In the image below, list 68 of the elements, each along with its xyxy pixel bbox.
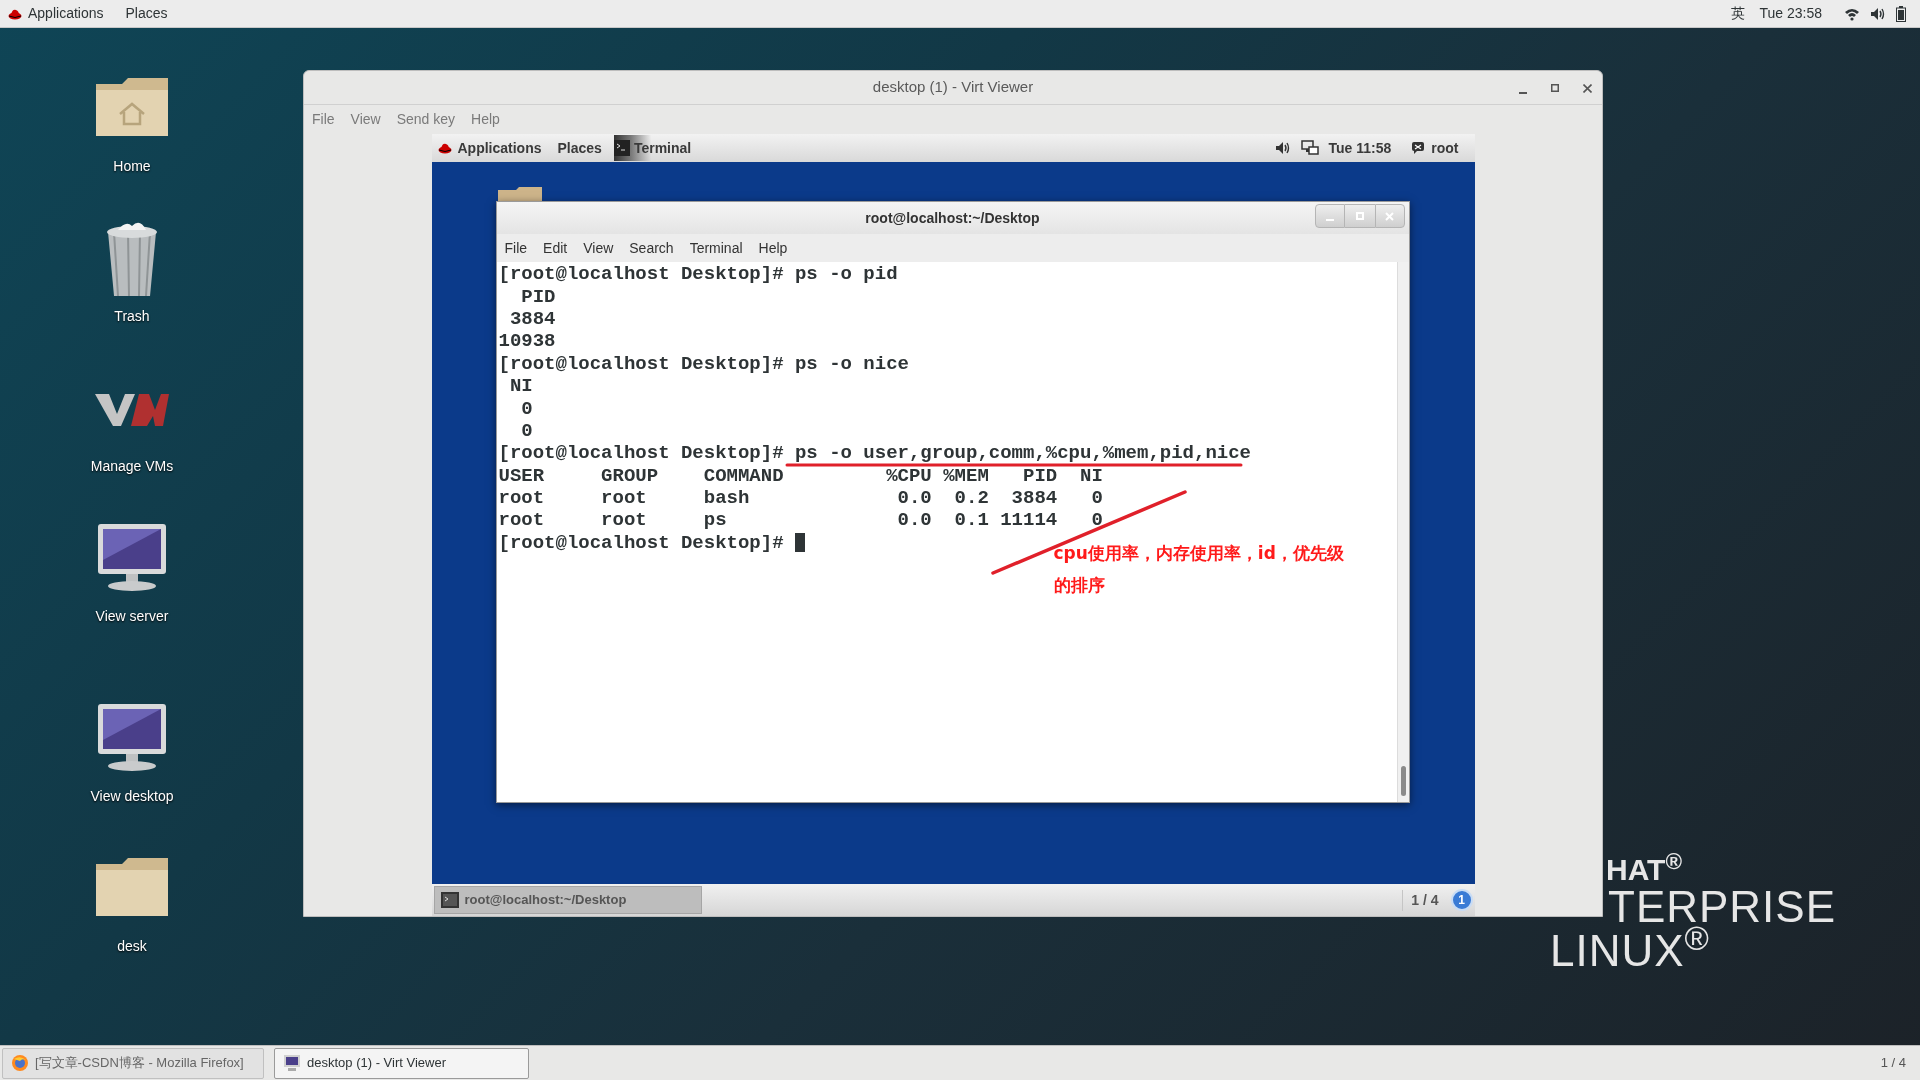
notification-badge[interactable]: 1 [1450,889,1473,911]
menu-item[interactable]: Places [557,137,602,159]
minimize-icon [1325,219,1334,221]
window-title: desktop (1) - Virt Viewer [872,77,1034,98]
clock[interactable]: Tue 11:58 [1328,137,1392,159]
desktop-icon-label[interactable]: Manage VMs [90,456,174,477]
terminal-line: NI [508,377,533,396]
battery-icon [1896,5,1906,22]
terminal-line: root root bash 0.0 0.2 3884 0 [498,489,1103,508]
desktop-icon-label[interactable]: Trash [114,306,150,327]
terminal-icon [440,892,459,908]
maximize-button[interactable] [1344,204,1375,228]
desktop-icon-label[interactable]: View desktop [90,786,174,807]
menu-item[interactable]: File [312,108,335,130]
terminal-line: PID [520,287,556,306]
menu-item[interactable]: File [504,237,528,259]
browser-icon [11,1054,29,1072]
close-button[interactable] [1374,204,1405,228]
annotation-text: cpu使用率，内存使用率，id，优先级的排序 [1053,542,1345,597]
menu-item[interactable]: Help [471,108,500,130]
hat-icon [437,141,452,155]
terminal-line: 0 [520,421,533,440]
scrollbar[interactable] [1396,262,1409,802]
window-title: root@localhost:~/Desktop [865,208,1040,228]
terminal-icon [613,140,630,156]
maximize-icon [1355,212,1364,220]
logo-icon [95,394,169,426]
close-icon [1385,211,1394,221]
maximize-icon [1551,84,1559,92]
minimize-button[interactable] [1314,204,1345,228]
desktop-icon-label[interactable]: View server [95,606,169,627]
terminal-line: [root@localhost Desktop]# ps -o nice [498,354,909,373]
taskbar-button[interactable]: [写文章-CSDN博客 - Mozilla Firefox] [2,1047,264,1079]
terminal-line: [root@localhost Desktop]# ps -o pid [498,265,898,284]
menu-item[interactable]: View [350,108,381,130]
terminal-line: [root@localhost Desktop]# ps -o user,group,comm,%cpu,%mem,pid,nice [498,444,1252,463]
terminal-line: root root ps 0.0 0.1 11114 0 [498,511,1103,530]
terminal-line: 3884 [508,309,556,328]
network-icon [1300,140,1319,156]
monitor-icon [283,1054,301,1072]
menu-item[interactable]: Applications [457,137,542,159]
desktop-icon-label[interactable]: desk [117,936,147,957]
wifi-icon [1844,6,1860,21]
terminal-line: 10938 [498,332,556,351]
taskbar-button[interactable]: root@localhost:~/Desktop [433,886,702,914]
close-icon [1583,83,1592,93]
workspace-switcher[interactable]: 1 / 4 [1880,1053,1906,1073]
terminal-line: USER GROUP COMMAND %CPU %MEM PID NI [498,466,1103,485]
minimize-icon [1519,92,1527,94]
menu-item[interactable]: Send key [396,108,456,130]
input-method-indicator[interactable]: 英 [1731,3,1746,24]
taskbar-button[interactable]: desktop (1) - Virt Viewer [274,1047,529,1079]
menu-item[interactable]: View [583,237,614,259]
volume-icon [1274,141,1291,155]
menu-item[interactable]: Applications [28,3,104,24]
menu-item[interactable]: Edit [543,237,568,259]
desktop-icon-label[interactable]: Home [113,156,151,177]
terminal-line: 0 [520,399,533,418]
menu-item[interactable]: Search [629,237,674,259]
menu-item[interactable]: Terminal [689,237,743,259]
terminal-line: [root@localhost Desktop]# [498,533,785,552]
menu-item[interactable]: Help [758,237,788,259]
clock[interactable]: Tue 23:58 [1759,3,1822,24]
volume-icon [1870,6,1886,21]
workspace-switcher[interactable]: 1 / 4 [1402,889,1439,911]
wallpaper-logo-text: HAT$^{®}$ [1606,855,1684,885]
menu-item[interactable]: Places [125,3,168,24]
user-menu[interactable]: root [1431,137,1459,159]
